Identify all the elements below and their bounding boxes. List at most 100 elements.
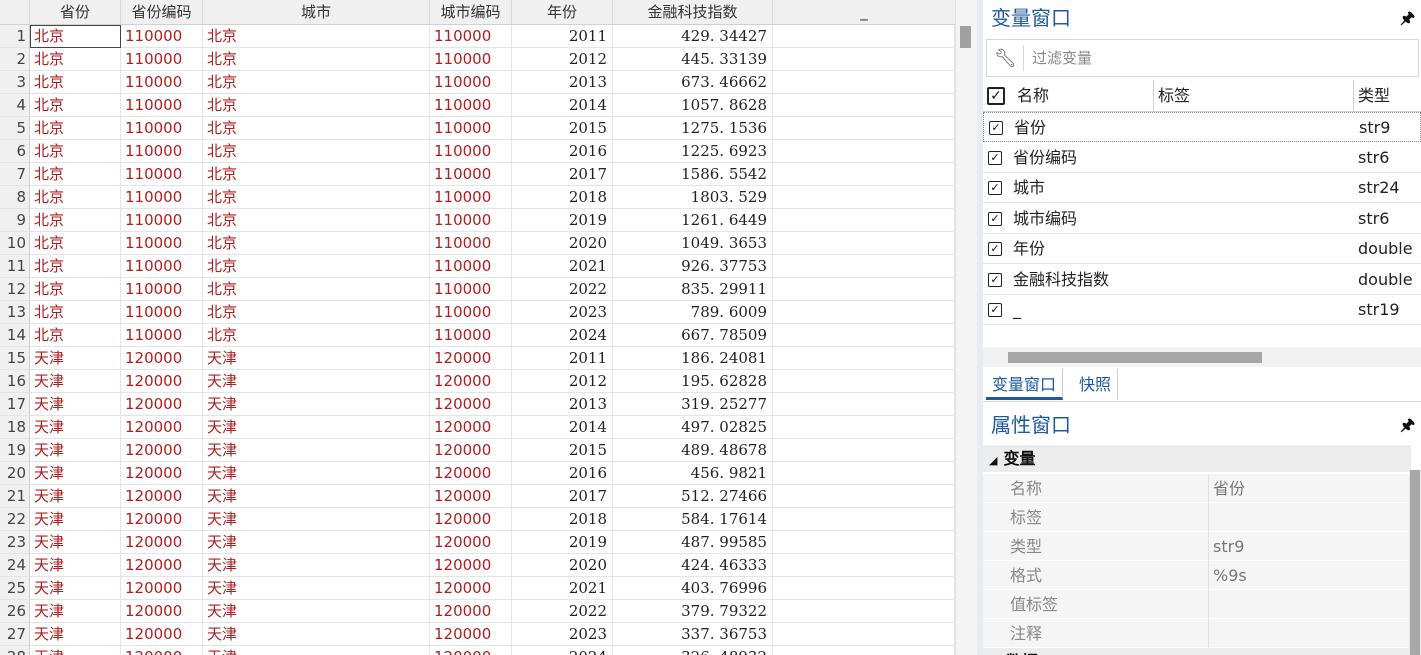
province-cell[interactable]: 北京: [30, 117, 121, 140]
table-row[interactable]: 1 北京 110000 北京 110000 2011 429. 34427: [0, 25, 955, 48]
variable-section-header[interactable]: ◢ 变量: [983, 445, 1411, 472]
table-row[interactable]: 28天津120000天津1200002024326. 48932: [0, 646, 955, 655]
year-cell[interactable]: 2024: [512, 646, 613, 655]
city-cell[interactable]: 天津: [203, 462, 430, 485]
table-row[interactable]: 9 北京 110000 北京 110000 2019 1261. 6449: [0, 209, 955, 232]
underscore-cell[interactable]: [773, 278, 955, 301]
province-cell[interactable]: 天津: [30, 508, 121, 531]
province-code-cell[interactable]: 110000: [121, 301, 203, 324]
header-province[interactable]: 省份: [30, 0, 121, 25]
property-row[interactable]: 标签: [983, 503, 1411, 532]
header-underscore[interactable]: _: [773, 0, 955, 25]
underscore-cell[interactable]: [773, 186, 955, 209]
province-cell[interactable]: 北京: [30, 25, 121, 48]
year-cell[interactable]: 2023: [512, 623, 613, 646]
province-cell[interactable]: 北京: [30, 71, 121, 94]
table-row[interactable]: 16 天津 120000 天津 120000 2012 195. 62828: [0, 370, 955, 393]
province-cell[interactable]: 天津: [30, 347, 121, 370]
wrench-icon[interactable]: 🔧︎: [994, 48, 1017, 69]
year-cell[interactable]: 2016: [512, 462, 613, 485]
province-code-cell[interactable]: 110000: [121, 71, 203, 94]
year-cell[interactable]: 2012: [512, 370, 613, 393]
table-row[interactable]: 25 天津 120000 天津 120000 2021 403. 76996: [0, 577, 955, 600]
city-cell[interactable]: 北京: [203, 301, 430, 324]
city-code-cell[interactable]: 120000: [430, 347, 512, 370]
fintech-index-cell[interactable]: 667. 78509: [613, 324, 773, 347]
city-code-cell[interactable]: 110000: [430, 232, 512, 255]
underscore-cell[interactable]: [773, 25, 955, 48]
fintech-index-cell[interactable]: 1057. 8628: [613, 94, 773, 117]
fintech-index-cell[interactable]: 445. 33139: [613, 48, 773, 71]
underscore-cell[interactable]: [773, 370, 955, 393]
fintech-index-cell[interactable]: 1803. 529: [613, 186, 773, 209]
variable-checkbox[interactable]: ✓: [988, 211, 1002, 226]
fintech-index-cell[interactable]: 456. 9821: [613, 462, 773, 485]
select-all-checkbox-cell[interactable]: ✓: [983, 80, 1013, 112]
fintech-index-cell[interactable]: 186. 24081: [613, 347, 773, 370]
fintech-index-cell[interactable]: 326. 48932: [613, 646, 773, 655]
property-row[interactable]: 注释: [983, 619, 1411, 648]
province-cell[interactable]: 北京: [30, 163, 121, 186]
year-cell[interactable]: 2015: [512, 117, 613, 140]
province-cell[interactable]: 北京: [30, 324, 121, 347]
city-cell[interactable]: 北京: [203, 117, 430, 140]
grid-scroll-thumb[interactable]: [960, 26, 971, 48]
table-row[interactable]: 22 天津 120000 天津 120000 2018 584. 17614: [0, 508, 955, 531]
province-cell[interactable]: 天津: [30, 416, 121, 439]
variables-horizontal-scrollbar[interactable]: [983, 347, 1421, 367]
city-code-cell[interactable]: 110000: [430, 278, 512, 301]
year-cell[interactable]: 2013: [512, 393, 613, 416]
underscore-cell[interactable]: [773, 71, 955, 94]
fintech-index-cell[interactable]: 584. 17614: [613, 508, 773, 531]
underscore-cell[interactable]: [773, 347, 955, 370]
province-code-cell[interactable]: 110000: [121, 232, 203, 255]
underscore-cell[interactable]: [773, 508, 955, 531]
city-code-cell[interactable]: 120000: [430, 508, 512, 531]
city-code-cell[interactable]: 110000: [430, 186, 512, 209]
property-value[interactable]: str9: [1213, 532, 1244, 561]
underscore-cell[interactable]: [773, 232, 955, 255]
province-cell[interactable]: 北京: [30, 186, 121, 209]
year-cell[interactable]: 2022: [512, 600, 613, 623]
province-cell[interactable]: 天津: [30, 485, 121, 508]
column-name-header[interactable]: 名称: [1013, 80, 1154, 112]
fintech-index-cell[interactable]: 195. 62828: [613, 370, 773, 393]
province-cell[interactable]: 北京: [30, 278, 121, 301]
property-value[interactable]: 省份: [1213, 474, 1245, 503]
variable-row[interactable]: ✓ 省份 str9: [983, 112, 1421, 142]
fintech-index-cell[interactable]: 1261. 6449: [613, 209, 773, 232]
fintech-index-cell[interactable]: 497. 02825: [613, 416, 773, 439]
province-cell[interactable]: 北京: [30, 232, 121, 255]
province-cell[interactable]: 北京: [30, 301, 121, 324]
grid-vertical-scrollbar[interactable]: [955, 0, 977, 655]
city-cell[interactable]: 北京: [203, 232, 430, 255]
year-cell[interactable]: 2012: [512, 48, 613, 71]
city-code-cell[interactable]: 120000: [430, 554, 512, 577]
underscore-cell[interactable]: [773, 393, 955, 416]
table-row[interactable]: 2 北京 110000 北京 110000 2012 445. 33139: [0, 48, 955, 71]
city-code-cell[interactable]: 120000: [430, 577, 512, 600]
underscore-cell[interactable]: [773, 416, 955, 439]
province-cell[interactable]: 天津: [30, 439, 121, 462]
table-row[interactable]: 27 天津 120000 天津 120000 2023 337. 36753: [0, 623, 955, 646]
year-cell[interactable]: 2014: [512, 416, 613, 439]
city-code-cell[interactable]: 110000: [430, 48, 512, 71]
fintech-index-cell[interactable]: 926. 37753: [613, 255, 773, 278]
city-code-cell[interactable]: 110000: [430, 71, 512, 94]
city-code-cell[interactable]: 110000: [430, 117, 512, 140]
underscore-cell[interactable]: [773, 301, 955, 324]
year-cell[interactable]: 2014: [512, 94, 613, 117]
fintech-index-cell[interactable]: 379. 79322: [613, 600, 773, 623]
province-code-cell[interactable]: 120000: [121, 416, 203, 439]
fintech-index-cell[interactable]: 512. 27466: [613, 485, 773, 508]
year-cell[interactable]: 2022: [512, 278, 613, 301]
city-code-cell[interactable]: 120000: [430, 416, 512, 439]
header-city[interactable]: 城市: [203, 0, 430, 25]
variable-row[interactable]: ✓ 城市编码 str6: [983, 204, 1421, 234]
city-code-cell[interactable]: 120000: [430, 370, 512, 393]
city-code-cell[interactable]: 120000: [430, 439, 512, 462]
year-cell[interactable]: 2023: [512, 301, 613, 324]
variable-checkbox[interactable]: ✓: [988, 150, 1002, 165]
variable-row[interactable]: ✓ 金融科技指数 double: [983, 265, 1421, 295]
province-code-cell[interactable]: 110000: [121, 163, 203, 186]
